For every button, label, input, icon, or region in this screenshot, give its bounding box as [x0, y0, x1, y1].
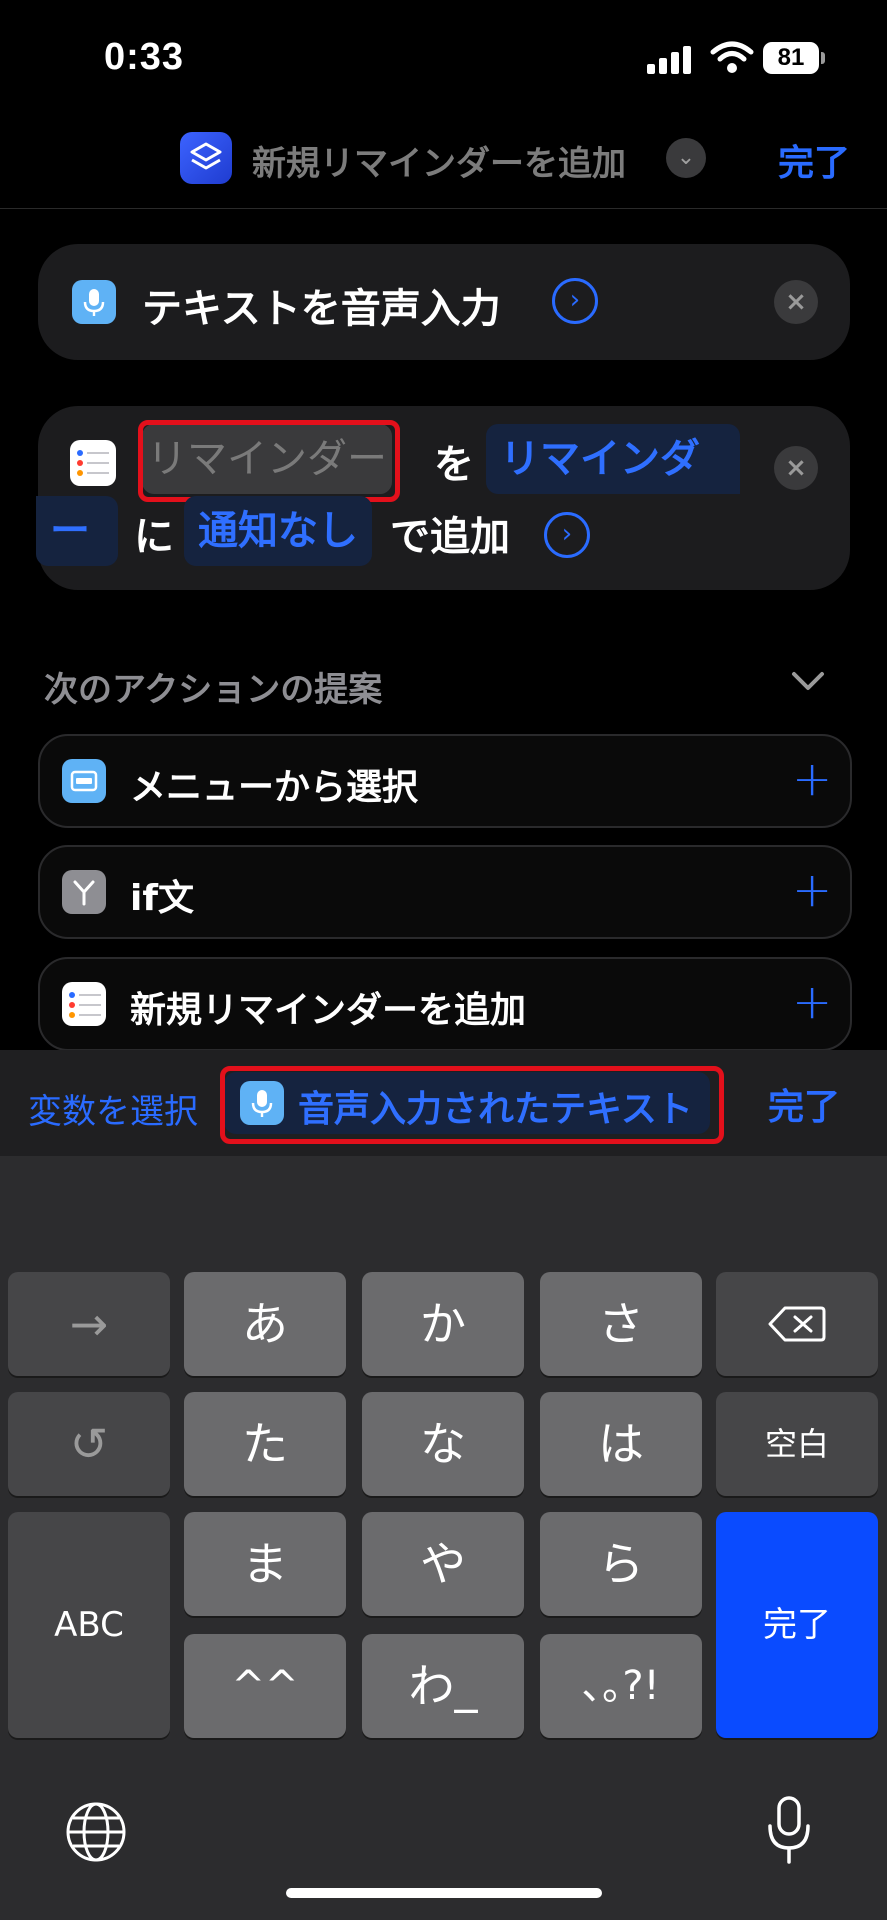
remove-action-button[interactable]: ×	[774, 280, 818, 324]
abc-key[interactable]: ABC	[8, 1512, 170, 1738]
suggestions-title: 次のアクションの提案	[44, 670, 383, 710]
add-plus-icon[interactable]: +	[792, 865, 832, 915]
key-wa[interactable]: わ_	[362, 1634, 524, 1738]
suggestion-item[interactable]: if文 +	[38, 845, 852, 939]
particle-wo: を	[434, 442, 474, 488]
key-ya[interactable]: や	[362, 1512, 524, 1616]
key-a[interactable]: あ	[184, 1272, 346, 1376]
suggestion-item[interactable]: メニューから選択 +	[38, 734, 852, 828]
suffix-text: で追加	[390, 514, 510, 560]
add-plus-icon[interactable]: +	[792, 977, 832, 1027]
title-chevron-down-icon[interactable]: ⌄	[666, 138, 706, 178]
backspace-key[interactable]	[716, 1272, 878, 1376]
remove-action-button[interactable]: ×	[774, 446, 818, 490]
space-key[interactable]: 空白	[716, 1392, 878, 1496]
globe-icon[interactable]	[64, 1800, 128, 1864]
suggestion-label: メニューから選択	[130, 767, 419, 808]
key-ra[interactable]: ら	[540, 1512, 702, 1616]
action-title: テキストを音声入力	[142, 286, 501, 332]
suggestion-label: if文	[130, 878, 195, 919]
highlight-box	[220, 1066, 724, 1144]
delete-icon	[768, 1306, 826, 1342]
key-arrow-right[interactable]: →	[8, 1272, 170, 1376]
reminders-icon	[70, 440, 116, 486]
chevron-right-circle-icon[interactable]: ›	[544, 512, 590, 558]
add-reminder-action[interactable]: リマインダー を リマインダ × ー に 通知なし で追加 ›	[36, 406, 850, 590]
dictate-text-action[interactable]: テキストを音声入力 › ×	[38, 244, 850, 360]
collapse-chevron-icon[interactable]	[788, 660, 828, 700]
microphone-icon	[72, 280, 116, 324]
branch-icon	[62, 870, 106, 914]
editor-header: 新規リマインダーを追加 ⌄ 完了	[0, 110, 887, 209]
home-indicator	[286, 1888, 602, 1898]
particle-ni: に	[134, 514, 174, 560]
wifi-icon	[710, 41, 754, 73]
key-sa[interactable]: さ	[540, 1272, 702, 1376]
keyboard-done-key[interactable]: 完了	[716, 1512, 878, 1738]
list-token[interactable]: リマインダ	[486, 424, 740, 494]
header-done-button[interactable]: 完了	[778, 134, 850, 186]
key-ta[interactable]: た	[184, 1392, 346, 1496]
alert-token[interactable]: 通知なし	[184, 496, 372, 566]
suggestion-label: 新規リマインダーを追加	[130, 990, 527, 1031]
reminders-icon	[62, 982, 106, 1026]
undo-key[interactable]: ↺	[8, 1392, 170, 1496]
shortcut-title[interactable]: 新規リマインダーを追加	[252, 136, 626, 185]
battery-level: 81	[763, 42, 819, 74]
key-dakuten[interactable]: ^^	[184, 1634, 346, 1738]
menu-icon	[62, 759, 106, 803]
select-variable-button[interactable]: 変数を選択	[28, 1084, 198, 1133]
dictation-mic-icon[interactable]	[764, 1794, 814, 1870]
key-ha[interactable]: は	[540, 1392, 702, 1496]
list-token-continued[interactable]: ー	[36, 496, 118, 566]
key-ma[interactable]: ま	[184, 1512, 346, 1616]
variable-done-button[interactable]: 完了	[768, 1078, 840, 1130]
suggestion-item[interactable]: 新規リマインダーを追加 +	[38, 957, 852, 1051]
shortcuts-app-icon	[180, 132, 232, 184]
add-plus-icon[interactable]: +	[792, 754, 832, 804]
highlight-box	[138, 420, 400, 502]
chevron-right-circle-icon[interactable]: ›	[552, 278, 598, 324]
key-ka[interactable]: か	[362, 1272, 524, 1376]
variable-bar: 変数を選択 音声入力されたテキスト 完了	[0, 1050, 887, 1156]
key-punctuation[interactable]: ､｡?!	[540, 1634, 702, 1738]
battery-icon: 81	[763, 42, 827, 76]
key-na[interactable]: な	[362, 1392, 524, 1496]
cellular-signal-icon	[647, 44, 691, 74]
status-time: 0:33	[104, 36, 185, 78]
